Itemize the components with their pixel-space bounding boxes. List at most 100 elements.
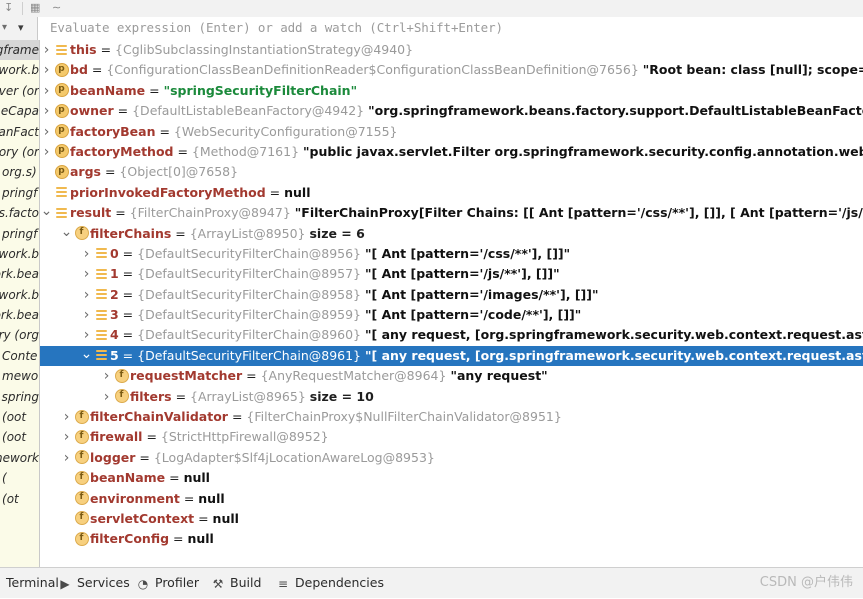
icon-badge: f — [74, 226, 89, 241]
variable-row[interactable]: › p factoryMethod = {Method@7161} "public … — [40, 142, 863, 162]
chevron-right-icon[interactable]: › — [40, 122, 53, 142]
frame-row[interactable]: eCapa — [0, 101, 39, 121]
frame-row[interactable]: oot) — [0, 407, 39, 427]
frame-row[interactable]: nework — [0, 448, 39, 468]
variable-value: "any request" — [450, 368, 548, 384]
chevron-left-icon[interactable]: ▾ — [2, 22, 7, 33]
variable-row[interactable]: › p beanName = "springSecurityFilterChain" — [40, 81, 863, 101]
tool-window-button-profiler[interactable]: ◔ Profiler — [135, 568, 199, 598]
equals-sign: = — [194, 510, 213, 526]
profiler-icon: ◔ — [137, 576, 149, 591]
frame-row[interactable]: ork.bea — [0, 305, 39, 325]
variable-row[interactable]: › f logger = {LogAdapter$Slf4jLocationAwar… — [40, 448, 863, 468]
tool-window-button-build[interactable]: ⚒ Build — [210, 568, 262, 598]
variables-tree[interactable]: › this = {CglibSubclassingInstantiationSt… — [40, 40, 863, 568]
chevron-right-icon[interactable]: › — [60, 448, 73, 468]
chevron-right-icon[interactable]: › — [80, 305, 93, 325]
variable-row[interactable]: › 0 = {DefaultSecurityFilterChain@8956} "… — [40, 244, 863, 264]
frame-row[interactable]: gframe — [0, 40, 39, 61]
variable-row[interactable]: f servletContext = null — [40, 509, 863, 529]
variable-row[interactable]: p args = {Object[0]@7658} — [40, 162, 863, 182]
variable-value: size = 6 — [309, 225, 365, 241]
frame-row[interactable]: anFact — [0, 122, 39, 142]
chevron-down-icon[interactable]: ⌄ — [80, 346, 93, 362]
frame-row[interactable]: pringf — [0, 183, 39, 203]
chevron-down-icon[interactable]: ⌄ — [60, 224, 73, 240]
parameter-icon: p — [53, 81, 70, 101]
variable-reference: {ArrayList@8950} — [189, 225, 306, 241]
frame-row[interactable]: Conte — [0, 346, 39, 366]
variable-row[interactable]: › f filterChainValidator = {FilterChainPro… — [40, 407, 863, 427]
tool-window-button-terminal[interactable]: ⌵ Terminal — [0, 568, 59, 598]
frame-row[interactable]: ork.bea — [0, 264, 39, 284]
mute-breakpoints-icon[interactable]: ∼ — [52, 1, 61, 15]
variable-row[interactable]: › 4 = {DefaultSecurityFilterChain@8960} "… — [40, 325, 863, 345]
frame-row[interactable]: oot) — [0, 427, 39, 447]
chevron-right-icon[interactable]: › — [60, 407, 73, 427]
chevron-right-icon[interactable]: › — [40, 60, 53, 80]
frame-row[interactable]: s.facto — [0, 203, 39, 223]
frame-row[interactable]: ory (or — [0, 142, 39, 162]
variable-row[interactable]: ⌄ result = {FilterChainProxy@8947} "Filte… — [40, 203, 863, 223]
variable-name: owner — [70, 103, 114, 119]
variable-value: null — [183, 470, 210, 486]
frame-row[interactable]: (org.s — [0, 162, 39, 182]
variable-row[interactable]: f filterConfig = null — [40, 529, 863, 549]
variable-row[interactable]: › this = {CglibSubclassingInstantiationSt… — [40, 40, 863, 60]
variable-row[interactable]: › f requestMatcher = {AnyRequestMatcher@89… — [40, 366, 863, 386]
chevron-right-icon[interactable]: › — [80, 285, 93, 305]
chevron-right-icon[interactable]: › — [40, 101, 53, 121]
frames-panel[interactable]: gframe work.b ver (or eCapa anFact ory (or (or… — [0, 40, 40, 568]
variable-reference: {WebSecurityConfiguration@7155} — [173, 123, 398, 139]
chevron-right-icon[interactable]: › — [80, 264, 93, 284]
evaluate-expression-input[interactable]: Evaluate expression (Enter) or add a wat… — [37, 17, 863, 41]
variable-row[interactable]: › 3 = {DefaultSecurityFilterChain@8959} "… — [40, 305, 863, 325]
variable-row[interactable]: › p owner = {DefaultListableBeanFactory@49… — [40, 101, 863, 121]
variable-row[interactable]: ⌄ f filterChains = {ArrayList@8950} size =… — [40, 224, 863, 244]
frame-row[interactable]: pringf — [0, 224, 39, 244]
step-into-icon[interactable]: ↧ — [4, 1, 13, 15]
variable-row[interactable]: › f filters = {ArrayList@8965} size = 10 — [40, 387, 863, 407]
chevron-down-icon[interactable]: ▾ — [18, 21, 24, 34]
variable-row[interactable]: f beanName = null — [40, 468, 863, 488]
equals-sign: = — [179, 490, 199, 506]
variable-row[interactable]: ⌄ 5 = {DefaultSecurityFilterChain@8961} "… — [40, 345, 863, 367]
equals-sign: = — [165, 470, 184, 486]
chevron-right-icon[interactable]: › — [40, 142, 53, 162]
variable-row[interactable]: › 1 = {DefaultSecurityFilterChain@8957} "… — [40, 264, 863, 284]
local-variable-icon — [93, 346, 110, 366]
variable-row[interactable]: f environment = null — [40, 489, 863, 509]
tool-window-button-services[interactable]: ▶ Services — [57, 568, 129, 598]
equals-sign: = — [96, 42, 116, 57]
icon-badge: f — [114, 389, 129, 404]
tool-window-button-dependencies[interactable]: ≡ Dependencies — [275, 568, 384, 598]
frame-row[interactable]: mewo — [0, 366, 39, 386]
chevron-right-icon[interactable]: › — [40, 40, 53, 60]
equals-sign: = — [171, 225, 190, 241]
variable-row[interactable]: priorInvokedFactoryMethod = null — [40, 183, 863, 203]
chevron-right-icon[interactable]: › — [60, 427, 73, 447]
chevron-right-icon[interactable]: › — [100, 387, 113, 407]
frame-row[interactable]: ver (or — [0, 81, 39, 101]
chevron-right-icon[interactable]: › — [100, 366, 113, 386]
variable-row[interactable]: › 2 = {DefaultSecurityFilterChain@8958} "… — [40, 285, 863, 305]
chevron-down-icon[interactable]: ⌄ — [40, 203, 53, 219]
frame-row[interactable]: ework.b — [0, 285, 39, 305]
frame-row[interactable]: ework.b — [0, 244, 39, 264]
chevron-right-icon[interactable]: › — [80, 244, 93, 264]
frame-row[interactable]: a.spring — [0, 387, 39, 407]
variable-reference: {DefaultSecurityFilterChain@8956} — [137, 245, 362, 261]
variable-reference: {DefaultSecurityFilterChain@8958} — [137, 286, 362, 302]
variable-row[interactable]: › f firewall = {StrictHttpFirewall@8952} — [40, 427, 863, 447]
frame-row[interactable]: ory (org — [0, 325, 39, 345]
field-icon: f — [73, 468, 90, 488]
chevron-right-icon[interactable]: › — [40, 81, 53, 101]
equals-sign: = — [101, 164, 120, 180]
frame-row[interactable]: ) — [0, 468, 39, 488]
variable-row[interactable]: › p bd = {ConfigurationClassBeanDefinition… — [40, 60, 863, 80]
frame-row[interactable]: ot) — [0, 489, 39, 509]
chevron-right-icon[interactable]: › — [80, 325, 93, 345]
frame-row[interactable]: work.b — [0, 60, 39, 80]
variable-row[interactable]: › p factoryBean = {WebSecurityConfiguratio… — [40, 122, 863, 142]
keyboard-icon[interactable]: ▦ — [30, 1, 40, 15]
